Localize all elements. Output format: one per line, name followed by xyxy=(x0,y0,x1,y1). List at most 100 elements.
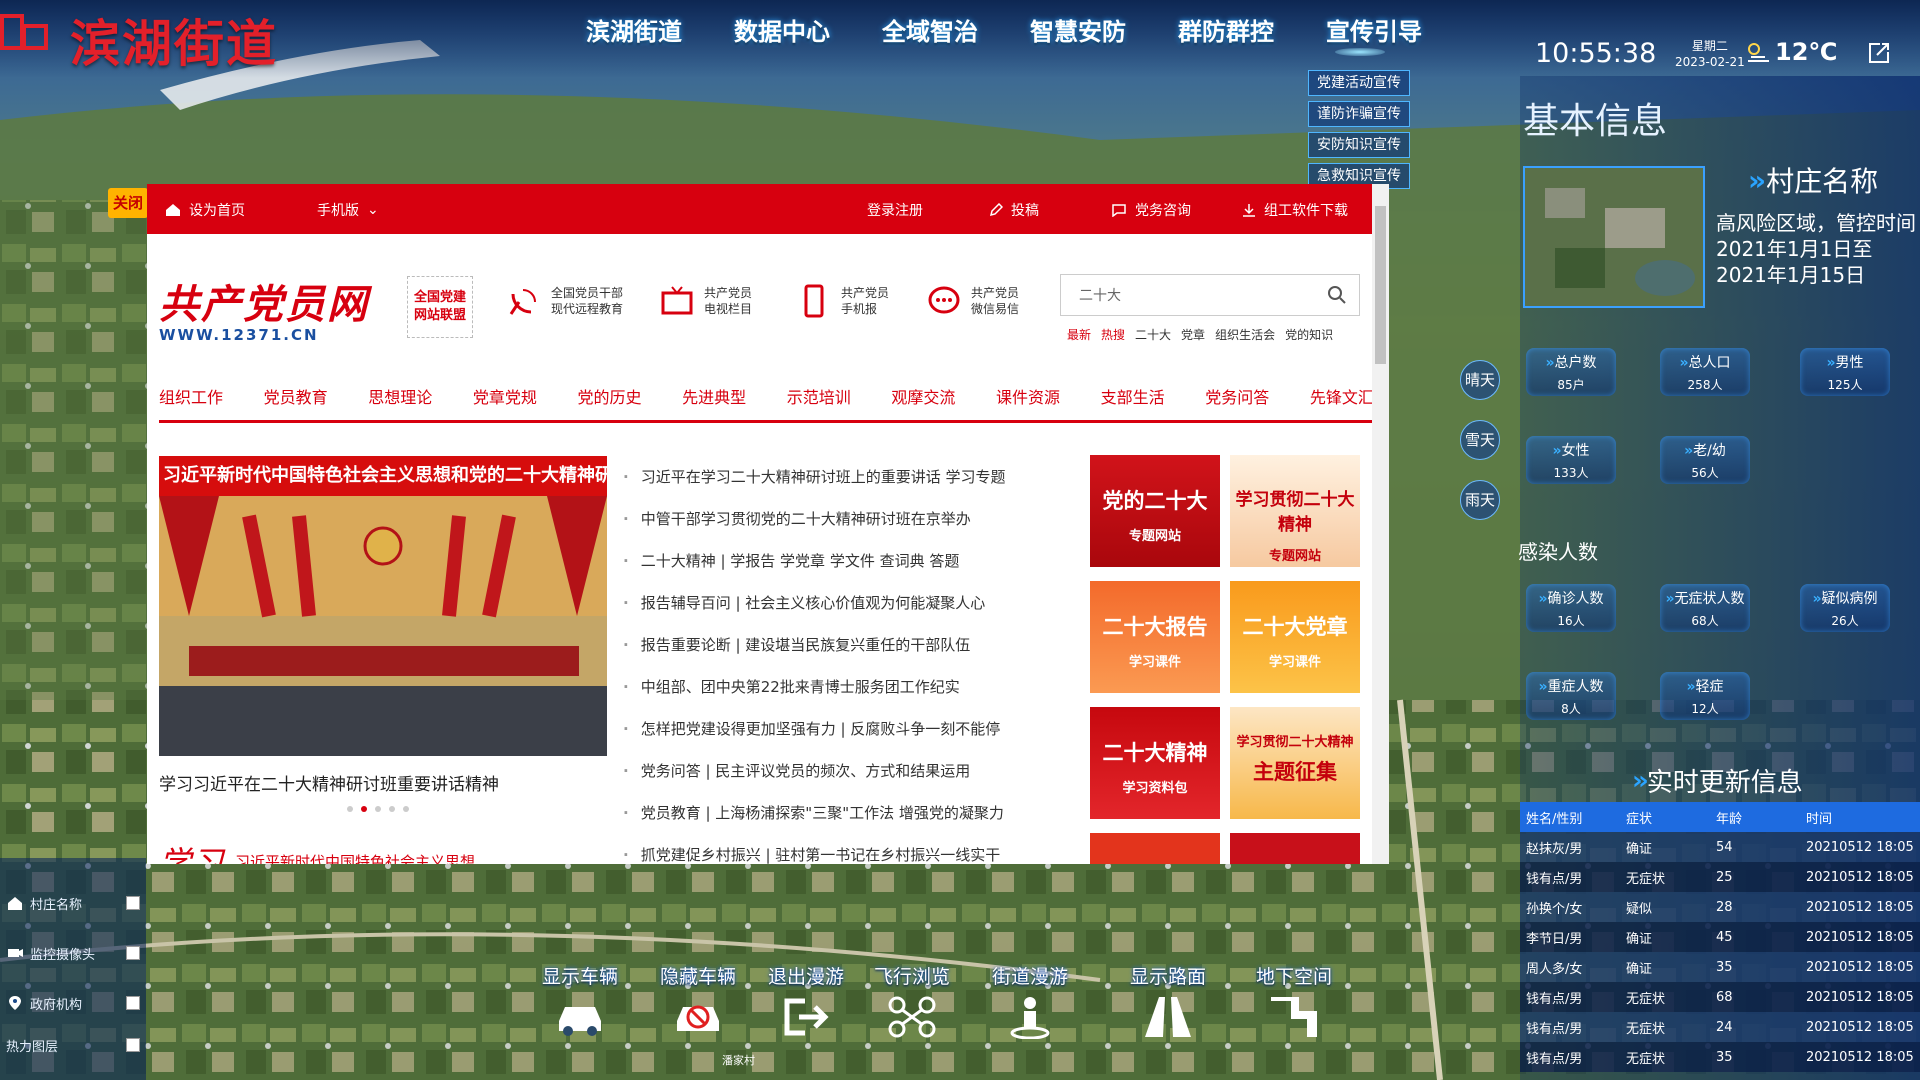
software-download-link[interactable]: 组工软件下载 xyxy=(1242,200,1348,220)
mobile-news-link[interactable]: 共产党员 手机报 xyxy=(797,284,889,318)
hot-word[interactable]: 热搜 xyxy=(1101,326,1125,343)
tool-show-vehicles[interactable]: 显示车辆 xyxy=(530,962,630,1043)
table-row[interactable]: 赵抹灰/男 确证 54 20210512 18:05 xyxy=(1520,832,1920,862)
village-thumbnail[interactable] xyxy=(1523,166,1705,308)
news-banner[interactable]: 习近平新时代中国特色社会主义思想和党的二十大精神研讨班 xyxy=(159,456,607,756)
menu-item[interactable]: 课件资源 xyxy=(996,384,1060,408)
table-row[interactable]: 李节日/男 确证 45 20210512 18:05 xyxy=(1520,922,1920,952)
menu-item[interactable]: 党的历史 xyxy=(578,384,642,408)
submit-article-link[interactable]: 投稿 xyxy=(989,200,1039,220)
promo-extra-1[interactable] xyxy=(1090,833,1220,864)
menu-item[interactable]: 党务问答 xyxy=(1205,384,1269,408)
banner-caption[interactable]: 学习习近平在二十大精神研讨班重要讲话精神 xyxy=(159,770,499,795)
menu-item[interactable]: 先锋文汇 xyxy=(1310,384,1374,408)
nav-data-center[interactable]: 数据中心 xyxy=(708,12,856,47)
alliance-badge[interactable]: 全国党建网站联盟 xyxy=(407,276,473,338)
party-consult-link[interactable]: 党务咨询 xyxy=(1111,200,1191,220)
table-row[interactable]: 钱有点/男 无症状 35 20210512 18:05 xyxy=(1520,1042,1920,1072)
tool-exit-roam[interactable]: 退出漫游 xyxy=(756,962,856,1043)
carousel-dot[interactable] xyxy=(389,806,395,812)
wechat-link[interactable]: 共产党员 微信易信 xyxy=(927,284,1019,318)
layer-heatmap[interactable]: 热力图层 xyxy=(6,1034,140,1056)
hot-word[interactable]: 党的知识 xyxy=(1285,326,1333,343)
table-row[interactable]: 钱有点/男 无症状 68 20210512 18:05 xyxy=(1520,982,1920,1012)
tool-underground[interactable]: 地下空间 xyxy=(1244,962,1344,1043)
scrollbar-thumb[interactable] xyxy=(1375,206,1386,364)
news-item[interactable]: 党务问答 | 民主评议党员的频次、方式和结果运用 xyxy=(623,760,1043,802)
news-item[interactable]: 中组部、团中央第22批来青博士服务团工作纪实 xyxy=(623,676,1043,718)
menu-item[interactable]: 党员教育 xyxy=(264,384,328,408)
layer-checkbox[interactable] xyxy=(126,1038,140,1052)
distance-education-link[interactable]: 全国党员干部 现代远程教育 xyxy=(507,284,623,318)
nav-security[interactable]: 智慧安防 xyxy=(1004,12,1152,47)
promo-party-congress[interactable]: 党的二十大 专题网站 xyxy=(1090,455,1220,567)
nav-binhu[interactable]: 滨湖街道 xyxy=(560,12,708,47)
news-item[interactable]: 抓党建促乡村振兴 | 驻村第一书记在乡村振兴一线实干 xyxy=(623,844,1043,864)
news-item[interactable]: 报告辅导百问 | 社会主义核心价值观为何能凝聚人心 xyxy=(623,592,1043,634)
nav-prevention[interactable]: 群防群控 xyxy=(1152,12,1300,47)
menu-item[interactable]: 观摩交流 xyxy=(891,384,955,408)
submenu-anti-fraud[interactable]: 谨防诈骗宣传 xyxy=(1308,101,1410,127)
promo-report-courseware[interactable]: 二十大报告 学习课件 xyxy=(1090,581,1220,693)
nav-governance[interactable]: 全域智治 xyxy=(856,12,1004,47)
weather-sunny-button[interactable]: 晴天 xyxy=(1460,360,1500,400)
hot-word[interactable]: 最新 xyxy=(1067,326,1091,343)
promo-materials-pack[interactable]: 二十大精神 学习资料包 xyxy=(1090,707,1220,819)
carousel-dot[interactable] xyxy=(375,806,381,812)
search-icon[interactable] xyxy=(1327,285,1347,305)
menu-item[interactable]: 先进典型 xyxy=(682,384,746,408)
news-item[interactable]: 报告重要论断 | 建设堪当民族复兴重任的干部队伍 xyxy=(623,634,1043,676)
hot-word[interactable]: 组织生活会 xyxy=(1215,326,1275,343)
hot-word[interactable]: 二十大 xyxy=(1135,326,1171,343)
close-button[interactable]: 关闭 xyxy=(108,188,148,218)
map-poi-label[interactable]: 潘家村 xyxy=(722,1052,755,1068)
tool-street-roam[interactable]: 街道漫游 xyxy=(980,962,1080,1043)
submenu-safety[interactable]: 安防知识宣传 xyxy=(1308,132,1410,158)
table-row[interactable]: 孙换个/女 疑似 28 20210512 18:05 xyxy=(1520,892,1920,922)
carousel-dot[interactable] xyxy=(347,806,353,812)
search-input[interactable]: 二十大 xyxy=(1060,274,1360,316)
layer-checkbox[interactable] xyxy=(126,946,140,960)
site-brand[interactable]: 共产党员网 WWW.12371.CN xyxy=(159,272,369,344)
login-register-link[interactable]: 登录注册 xyxy=(867,200,923,220)
table-row[interactable]: 钱有点/男 无症状 25 20210512 18:05 xyxy=(1520,862,1920,892)
set-homepage-link[interactable]: 设为首页 xyxy=(165,200,245,220)
carousel-dot[interactable] xyxy=(361,806,367,812)
web-scrollbar[interactable] xyxy=(1372,184,1389,864)
menu-item[interactable]: 党章党规 xyxy=(473,384,537,408)
promo-theme-collection[interactable]: 学习贯彻二十大精神 主题征集 xyxy=(1230,707,1360,819)
news-item[interactable]: 党员教育 | 上海杨浦探索"三聚"工作法 增强党的凝聚力 xyxy=(623,802,1043,844)
layer-checkbox[interactable] xyxy=(126,896,140,910)
layer-village[interactable]: 村庄名称 xyxy=(6,892,140,914)
news-item[interactable]: 怎样把党建设得更加坚强有力 | 反腐败斗争一刻不能停 xyxy=(623,718,1043,760)
layer-checkbox[interactable] xyxy=(126,996,140,1010)
promo-study-spirit[interactable]: 学习贯彻二十大精神 专题网站 xyxy=(1230,455,1360,567)
news-item[interactable]: 习近平在学习二十大精神研讨班上的重要讲话 学习专题 xyxy=(623,466,1043,508)
mobile-version-link[interactable]: 手机版 ⌄ xyxy=(317,200,379,220)
menu-item[interactable]: 组织工作 xyxy=(159,384,223,408)
tool-hide-vehicles[interactable]: 隐藏车辆 xyxy=(648,962,748,1043)
menu-item[interactable]: 支部生活 xyxy=(1101,384,1165,408)
table-row[interactable]: 周人多/女 确证 35 20210512 18:05 xyxy=(1520,952,1920,982)
menu-item[interactable]: 示范培训 xyxy=(787,384,851,408)
tool-show-road[interactable]: 显示路面 xyxy=(1118,962,1218,1043)
menu-item[interactable]: 思想理论 xyxy=(368,384,432,408)
tv-column-link[interactable]: 共产党员 电视栏目 xyxy=(660,284,752,318)
carousel-dot[interactable] xyxy=(403,806,409,812)
promo-title: 二十大精神 xyxy=(1102,741,1208,765)
weather-rain-button[interactable]: 雨天 xyxy=(1460,480,1500,520)
hot-word[interactable]: 党章 xyxy=(1181,326,1205,343)
exit-icon[interactable] xyxy=(1868,42,1890,64)
news-item[interactable]: 二十大精神 | 学报告 学党章 学文件 查词典 答题 xyxy=(623,550,1043,592)
layer-government[interactable]: 政府机构 xyxy=(6,992,140,1014)
promo-extra-2[interactable] xyxy=(1230,833,1360,864)
promo-constitution-courseware[interactable]: 二十大党章 学习课件 xyxy=(1230,581,1360,693)
nav-publicity[interactable]: 宣传引导 xyxy=(1300,12,1448,47)
study-banner[interactable]: 学习 习近平新时代中国特色社会主义思想 xyxy=(159,838,475,864)
layer-camera[interactable]: 监控摄像头 xyxy=(6,942,140,964)
weather-snow-button[interactable]: 雪天 xyxy=(1460,420,1500,460)
tool-fly-view[interactable]: 飞行浏览 xyxy=(862,962,962,1043)
table-row[interactable]: 钱有点/男 无症状 24 20210512 18:05 xyxy=(1520,1012,1920,1042)
news-item[interactable]: 中管干部学习贯彻党的二十大精神研讨班在京举办 xyxy=(623,508,1043,550)
submenu-party-activity[interactable]: 党建活动宣传 xyxy=(1308,70,1410,96)
